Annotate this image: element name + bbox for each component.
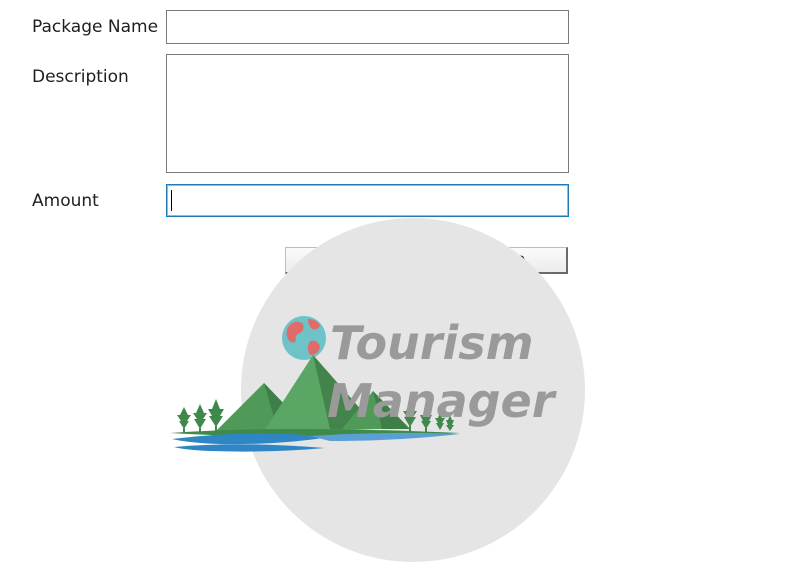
- watermark-title-line2: Manager: [327, 374, 558, 428]
- text-caret: [171, 190, 172, 211]
- watermark-title-line1: Tourism: [330, 316, 534, 370]
- description-textarea[interactable]: [166, 54, 569, 173]
- amount-input[interactable]: [166, 184, 569, 217]
- package-name-input[interactable]: [166, 10, 569, 44]
- globe-icon: [282, 316, 326, 360]
- amount-label: Amount: [32, 191, 99, 211]
- description-label: Description: [32, 67, 129, 87]
- tourism-manager-watermark: Tourism Manager: [170, 218, 585, 562]
- package-name-label: Package Name: [32, 17, 159, 37]
